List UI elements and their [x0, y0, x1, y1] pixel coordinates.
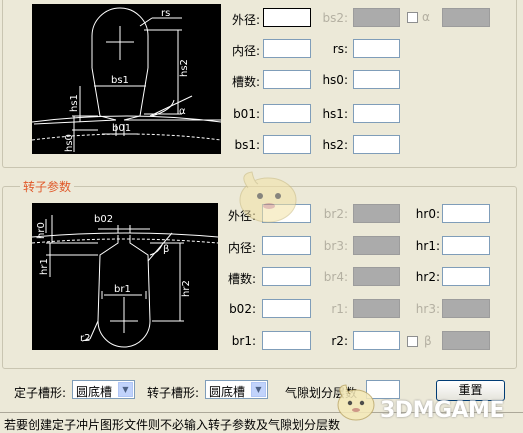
stator-rs-input[interactable]	[353, 39, 400, 58]
mascot-watermark-icon	[234, 166, 300, 226]
stator-outer-dia-input[interactable]	[263, 8, 311, 27]
stator-alpha-label: α	[179, 106, 186, 117]
rotor-hr3-input	[442, 299, 490, 318]
rotor-hr2-label: hr2	[181, 280, 192, 297]
stator-slot-diagram: rs bs1 hs2 hs1 hs0 b01 α	[32, 4, 221, 154]
rotor-beta-field-label: β	[424, 334, 432, 348]
stator-b01-input[interactable]	[263, 104, 311, 123]
rotor-br4-label: br4:	[323, 270, 348, 284]
rotor-group-title: 转子参数	[20, 178, 75, 195]
rotor-b02-input[interactable]	[262, 299, 311, 318]
stator-bs2-input	[353, 8, 400, 27]
stator-inner-dia-label: 内径:	[231, 44, 260, 58]
stator-outer-dia-label: 外径:	[231, 13, 260, 27]
rotor-slot-shape-label: 转子槽形:	[147, 386, 200, 400]
rotor-br3-label: br3:	[323, 239, 348, 253]
rotor-r2-field-label: r2:	[331, 334, 348, 348]
rotor-slot-diagram: b02 hr0 hr1 hr2 br1 r2 β	[32, 203, 218, 350]
rotor-hr1-field-label: hr1:	[415, 239, 440, 253]
rotor-beta-checkbox[interactable]	[407, 336, 418, 347]
rotor-beta-label: β	[163, 244, 169, 255]
rotor-br1-label: br1	[114, 284, 131, 295]
mascot-watermark-icon	[334, 382, 378, 422]
stator-hs2-input[interactable]	[353, 135, 400, 154]
rotor-slots-input[interactable]	[262, 267, 311, 286]
stator-bs2-label: bs2:	[322, 11, 348, 25]
chevron-down-icon[interactable]: ▼	[251, 382, 266, 397]
rotor-hr3-label: hr3:	[415, 302, 440, 316]
rotor-br3-input	[353, 236, 400, 255]
chevron-down-icon[interactable]: ▼	[118, 382, 133, 397]
stator-hs1-field-label: hs1:	[322, 107, 348, 121]
stator-rs-label: rs	[161, 8, 170, 19]
rotor-br1-input[interactable]	[262, 331, 311, 350]
rotor-hr2-input[interactable]	[442, 267, 490, 286]
stator-bs1-field-label: bs1:	[234, 138, 260, 152]
stator-slots-label: 槽数:	[231, 75, 260, 89]
stator-hs1-label: hs1	[69, 94, 80, 112]
rotor-r1-input	[353, 299, 400, 318]
rotor-br4-input	[353, 267, 400, 286]
rotor-beta-input	[442, 331, 490, 350]
stator-hs1-input[interactable]	[353, 104, 400, 123]
rotor-slot-shape-select[interactable]: 圆底槽 ▼	[205, 380, 268, 399]
rotor-r1-label: r1:	[331, 302, 348, 316]
rotor-b02-label: b02	[94, 214, 113, 225]
stator-b01-label: b01	[112, 123, 131, 134]
stator-hs0-field-label: hs0:	[322, 73, 348, 87]
rotor-inner-dia-label: 内径:	[227, 241, 256, 255]
stator-inner-dia-input[interactable]	[263, 39, 311, 58]
stator-b01-field-label: b01:	[233, 107, 260, 121]
stator-hs0-input[interactable]	[353, 70, 400, 89]
rotor-inner-dia-input[interactable]	[262, 236, 311, 255]
rotor-hr2-field-label: hr2:	[415, 270, 440, 284]
rotor-hr0-input[interactable]	[442, 204, 490, 223]
rotor-hr1-label: hr1	[39, 258, 50, 275]
rotor-slots-label: 槽数:	[227, 272, 256, 286]
rotor-br2-label: br2:	[323, 207, 348, 221]
rotor-b02-field-label: b02:	[229, 302, 256, 316]
stator-hs2-label: hs2	[179, 59, 190, 77]
stator-bs1-label: bs1	[111, 75, 129, 86]
rotor-br1-field-label: br1:	[231, 334, 256, 348]
rotor-hr1-input[interactable]	[442, 236, 490, 255]
stator-alpha-field-label: α	[422, 10, 430, 24]
stator-slot-shape-label: 定子槽形:	[14, 386, 67, 400]
stator-slots-input[interactable]	[263, 70, 311, 89]
rotor-hr0-label: hr0	[36, 222, 47, 239]
stator-alpha-input	[442, 8, 490, 27]
stator-slot-shape-value: 圆底槽	[76, 385, 113, 399]
rotor-hr0-field-label: hr0:	[415, 207, 440, 221]
stator-hs0-label: hs0	[64, 134, 75, 152]
stator-hs2-field-label: hs2:	[322, 138, 348, 152]
stator-slot-shape-select[interactable]: 圆底槽 ▼	[72, 380, 135, 399]
stator-rs-field-label: rs:	[332, 42, 348, 56]
status-text: 若要创建定子冲片图形文件则不必输入转子参数及气隙划分层数	[4, 418, 341, 432]
rotor-r2-label: r2	[80, 333, 90, 344]
rotor-slot-shape-value: 圆底槽	[209, 385, 246, 399]
site-watermark: 3DMGAME	[380, 398, 504, 423]
rotor-br2-input	[353, 204, 400, 223]
stator-bs1-input[interactable]	[263, 135, 311, 154]
stator-alpha-checkbox[interactable]	[407, 12, 418, 23]
rotor-r2-input[interactable]	[353, 331, 400, 350]
